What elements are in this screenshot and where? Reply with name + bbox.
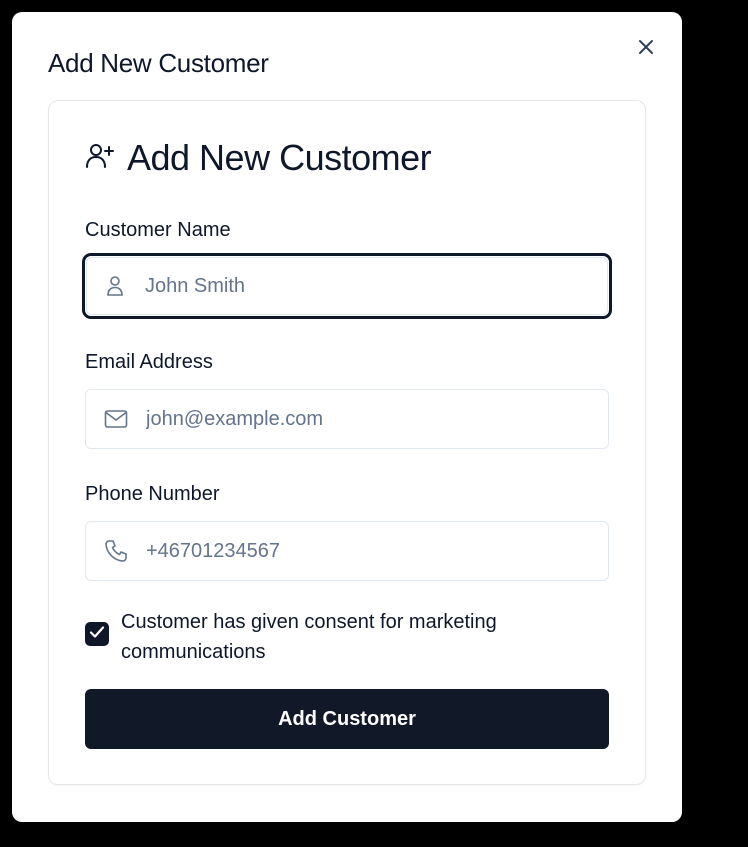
checkmark-icon <box>89 625 105 644</box>
customer-name-input[interactable] <box>145 266 585 306</box>
user-icon <box>103 274 127 298</box>
user-plus-icon <box>85 141 115 176</box>
customer-name-label: Customer Name <box>85 219 231 241</box>
dialog-title: Add New Customer <box>48 48 269 78</box>
phone-icon <box>104 539 128 563</box>
close-button[interactable] <box>632 34 660 62</box>
mail-icon <box>104 407 128 431</box>
card-title: Add New Customer <box>127 137 432 178</box>
card-header: Add New Customer <box>85 137 432 179</box>
email-label: Email Address <box>85 351 213 373</box>
add-customer-dialog: Add New Customer Add New Customer Custom… <box>12 12 682 822</box>
marketing-consent-label[interactable]: Customer has given consent for marketing… <box>121 607 561 667</box>
email-input[interactable] <box>146 399 586 439</box>
phone-input[interactable] <box>146 531 586 571</box>
phone-label: Phone Number <box>85 483 220 505</box>
email-field[interactable] <box>85 389 609 449</box>
customer-name-field[interactable] <box>82 253 612 319</box>
close-icon <box>636 37 656 60</box>
phone-field[interactable] <box>85 521 609 581</box>
customer-form-card: Add New Customer Customer Name Email Add… <box>48 100 646 785</box>
add-customer-button[interactable]: Add Customer <box>85 689 609 749</box>
marketing-consent-checkbox[interactable] <box>85 622 109 646</box>
